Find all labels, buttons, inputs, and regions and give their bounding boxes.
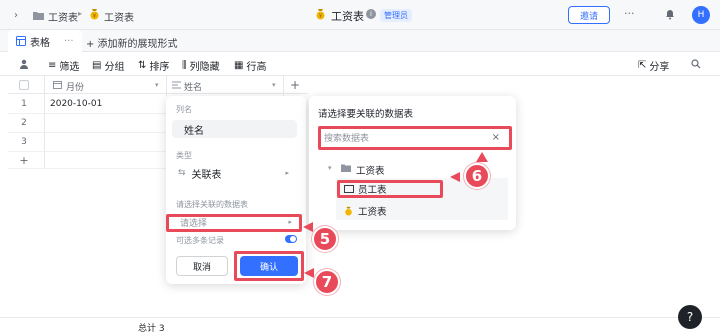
column-name-label: 列名 bbox=[176, 105, 192, 114]
column-header-month[interactable]: 月份 bbox=[66, 80, 84, 93]
picker-title: 请选择要关联的数据表 bbox=[318, 109, 414, 120]
caret-right-icon: ▸ bbox=[285, 169, 289, 177]
share-icon: ⇱ bbox=[638, 60, 647, 71]
cancel-button[interactable]: 取消 bbox=[176, 256, 228, 276]
help-button[interactable]: ? bbox=[678, 305, 702, 329]
sort-icon: ⇅ bbox=[138, 60, 147, 71]
invite-button[interactable]: 邀请 bbox=[568, 6, 610, 24]
tab-table-label: 表格 bbox=[30, 37, 50, 49]
row-number: 3 bbox=[21, 137, 27, 147]
step-marker-5: 5 bbox=[312, 226, 338, 252]
link-table-icon: ⇆ bbox=[178, 168, 186, 178]
row-height-icon: ▦ bbox=[234, 60, 244, 71]
tab-more-icon[interactable]: ··· bbox=[64, 36, 74, 47]
breadcrumb-folder[interactable]: 工资表 bbox=[48, 9, 78, 24]
filter-button[interactable]: ≡ 筛选 bbox=[48, 58, 79, 73]
search-icon[interactable] bbox=[690, 58, 702, 70]
caret-right-icon: ▸ bbox=[78, 9, 83, 18]
info-icon[interactable]: i bbox=[366, 9, 376, 19]
caret-down-icon[interactable]: ▾ bbox=[328, 164, 332, 172]
filter-icon: ≡ bbox=[48, 60, 57, 71]
column-divider bbox=[166, 76, 167, 96]
highlight-box-search bbox=[318, 126, 512, 150]
row-number: 2 bbox=[21, 118, 27, 128]
bell-icon[interactable] bbox=[664, 8, 676, 20]
svg-text:¥: ¥ bbox=[318, 14, 321, 20]
column-name-input[interactable]: 姓名 bbox=[172, 120, 297, 138]
step-pointer bbox=[304, 268, 314, 278]
footer-divider bbox=[0, 317, 720, 318]
step-pointer bbox=[303, 222, 313, 232]
doc-title[interactable]: 工资表 bbox=[331, 8, 364, 24]
row-divider bbox=[8, 168, 166, 169]
column-divider bbox=[44, 76, 45, 168]
calendar-icon bbox=[53, 80, 62, 89]
columns-icon: ⫼ bbox=[182, 60, 187, 71]
svg-text:¥: ¥ bbox=[92, 14, 95, 20]
row-number: 1 bbox=[21, 99, 27, 109]
select-all-checkbox[interactable] bbox=[19, 80, 29, 90]
role-badge: 管理员 bbox=[380, 9, 412, 22]
tab-table[interactable]: 表格 ··· bbox=[8, 30, 82, 52]
chevron-right-icon[interactable]: › bbox=[10, 9, 22, 21]
money-bag-icon bbox=[344, 206, 353, 216]
total-count: 总计 3 bbox=[138, 324, 165, 334]
choose-table-label: 请选择关联的数据表 bbox=[176, 200, 248, 209]
row-divider bbox=[8, 113, 166, 114]
money-bag-icon: ¥ bbox=[314, 8, 326, 20]
highlight-box-choose-table bbox=[166, 214, 302, 232]
money-bag-icon: ¥ bbox=[88, 8, 100, 20]
chevron-down-icon[interactable]: ▾ bbox=[272, 81, 276, 89]
sort-button[interactable]: ⇅ 排序 bbox=[138, 58, 169, 73]
row-divider bbox=[8, 151, 166, 152]
share-button[interactable]: ⇱ 分享 bbox=[638, 58, 669, 73]
multi-select-label: 可选多条记录 bbox=[176, 236, 224, 245]
add-view-button[interactable]: + 添加新的展现形式 bbox=[86, 35, 178, 50]
step-marker-7: 7 bbox=[314, 269, 340, 295]
folder-icon bbox=[32, 9, 44, 21]
chevron-down-icon[interactable]: ▾ bbox=[155, 81, 159, 89]
folder-icon bbox=[341, 164, 351, 172]
folder-label[interactable]: 工资表 bbox=[356, 163, 385, 177]
person-icon[interactable] bbox=[18, 58, 30, 70]
avatar[interactable]: H bbox=[692, 6, 710, 24]
step-pointer bbox=[450, 172, 460, 182]
cell-month[interactable]: 2020-10-01 bbox=[50, 99, 102, 109]
column-header-name[interactable]: 姓名 bbox=[184, 80, 202, 93]
type-label: 类型 bbox=[176, 151, 192, 160]
more-icon[interactable]: ··· bbox=[624, 7, 635, 20]
step-pointer bbox=[476, 152, 488, 162]
add-row-icon[interactable]: + bbox=[9, 154, 39, 167]
group-button[interactable]: ▤ 分组 bbox=[92, 58, 124, 73]
group-icon: ▤ bbox=[92, 60, 102, 71]
multi-select-toggle[interactable] bbox=[285, 235, 297, 243]
row-divider bbox=[8, 132, 166, 133]
type-select[interactable]: ⇆ 关联表 ▸ bbox=[172, 164, 297, 182]
column-divider bbox=[283, 76, 284, 96]
table-icon bbox=[16, 36, 26, 46]
breadcrumb-doc[interactable]: 工资表 bbox=[104, 9, 134, 24]
step-marker-6: 6 bbox=[464, 163, 490, 189]
add-column-icon[interactable]: + bbox=[290, 78, 300, 92]
highlight-box-employee bbox=[337, 180, 443, 198]
row-height-button[interactable]: ▦ 行高 bbox=[234, 58, 266, 73]
highlight-box-confirm bbox=[234, 251, 304, 281]
table-item-salary[interactable]: 工资表 bbox=[340, 204, 440, 218]
text-field-icon bbox=[172, 80, 181, 89]
hide-columns-button[interactable]: ⫼ 列隐藏 bbox=[182, 58, 220, 73]
